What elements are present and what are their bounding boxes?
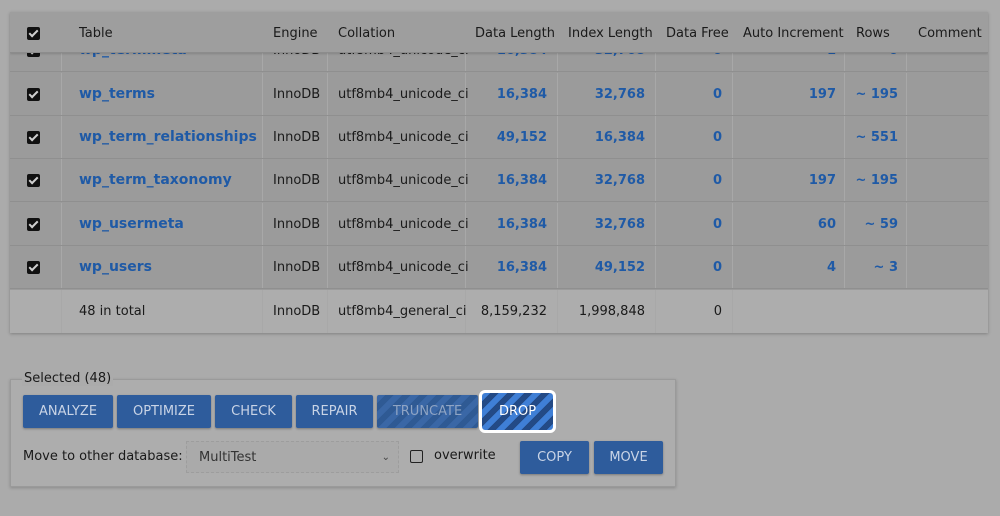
table-row[interactable]: wp_usermeta InnoDB utf8mb4_unicode_ci 16,38… (10, 203, 988, 246)
table-header: Table Engine Collation Data Length Index… (10, 12, 988, 53)
rows-cell[interactable]: ~ 551 (844, 116, 898, 159)
data-length-cell[interactable]: 16,384 (465, 159, 547, 202)
engine-cell: InnoDB (273, 130, 321, 145)
total-engine: InnoDB (273, 304, 321, 319)
engine-cell: InnoDB (273, 87, 321, 102)
column-header-engine[interactable]: Engine (273, 12, 318, 53)
database-select[interactable]: MultiTest ⌄ (186, 441, 399, 473)
column-header-index-length[interactable]: Index Length (568, 12, 653, 53)
data-length-cell[interactable]: 16,384 (465, 73, 547, 116)
engine-cell: InnoDB (273, 173, 321, 188)
auto-increment-cell[interactable]: 4 (732, 246, 836, 289)
collation-cell: utf8mb4_unicode_ci (338, 130, 469, 145)
engine-cell: InnoDB (273, 260, 321, 275)
overwrite-checkbox[interactable] (410, 450, 423, 463)
table-row[interactable]: wp_users InnoDB utf8mb4_unicode_ci 16,384 49… (10, 246, 988, 289)
auto-increment-cell[interactable] (732, 116, 836, 159)
rows-cell[interactable]: ~ 195 (844, 159, 898, 202)
auto-increment-cell[interactable]: 197 (732, 159, 836, 202)
data-free-cell[interactable]: 0 (655, 73, 722, 116)
column-header-collation[interactable]: Collation (338, 12, 395, 53)
total-index-length: 1,998,848 (578, 304, 645, 319)
row-checkbox[interactable] (27, 261, 40, 274)
column-header-comment[interactable]: Comment (918, 12, 982, 53)
table-row[interactable]: wp_term_relationships InnoDB utf8mb4_unico… (10, 116, 988, 159)
truncate-button[interactable]: TRUNCATE (377, 395, 478, 428)
index-length-cell[interactable]: 32,768 (557, 203, 645, 246)
rows-cell[interactable]: ~ 3 (844, 246, 898, 289)
engine-cell: InnoDB (273, 217, 321, 232)
data-free-cell[interactable]: 0 (655, 203, 722, 246)
table-name-link[interactable]: wp_term_relationships (79, 116, 257, 159)
total-row: 48 in total InnoDB utf8mb4_general_ci 8,… (10, 290, 988, 333)
column-header-data-free[interactable]: Data Free (666, 12, 729, 53)
move-to-database-label: Move to other database: (23, 449, 183, 464)
data-free-cell[interactable]: 0 (655, 116, 722, 159)
collation-cell: utf8mb4_unicode_ci (338, 87, 469, 102)
drop-button[interactable]: DROP (479, 390, 556, 433)
row-checkbox[interactable] (27, 218, 40, 231)
index-length-cell[interactable]: 32,768 (557, 73, 645, 116)
collation-cell: utf8mb4_unicode_ci (338, 173, 469, 188)
table-name-link[interactable]: wp_term_taxonomy (79, 159, 232, 202)
table-row[interactable]: wp_terms InnoDB utf8mb4_unicode_ci 16,384 32… (10, 73, 988, 116)
auto-increment-cell[interactable]: 60 (732, 203, 836, 246)
optimize-button[interactable]: OPTIMIZE (117, 395, 211, 428)
total-data-free: 0 (713, 304, 722, 319)
analyze-button[interactable]: ANALYZE (23, 395, 113, 428)
table-name-link[interactable]: wp_users (79, 246, 152, 289)
column-header-data-length[interactable]: Data Length (475, 12, 555, 53)
rows-cell[interactable]: ~ 59 (844, 203, 898, 246)
collation-cell: utf8mb4_unicode_ci (338, 217, 469, 232)
column-header-table[interactable]: Table (79, 12, 113, 53)
copy-button[interactable]: COPY (520, 441, 589, 474)
overwrite-label[interactable]: overwrite (434, 448, 496, 463)
data-length-cell[interactable]: 49,152 (465, 116, 547, 159)
total-collation: utf8mb4_general_ci (338, 304, 467, 319)
row-checkbox[interactable] (27, 174, 40, 187)
data-length-cell[interactable]: 16,384 (465, 203, 547, 246)
database-select-value: MultiTest (199, 450, 257, 465)
move-button[interactable]: MOVE (594, 441, 663, 474)
total-data-length: 8,159,232 (480, 304, 547, 319)
column-header-auto-increment[interactable]: Auto Increment (743, 12, 844, 53)
column-header-rows[interactable]: Rows (856, 12, 890, 53)
index-length-cell[interactable]: 16,384 (557, 116, 645, 159)
table-name-link[interactable]: wp_usermeta (79, 203, 184, 246)
total-label: 48 in total (79, 304, 146, 319)
row-checkbox[interactable] (27, 88, 40, 101)
select-all-checkbox[interactable] (27, 27, 40, 40)
data-free-cell[interactable]: 0 (655, 159, 722, 202)
data-free-cell[interactable]: 0 (655, 246, 722, 289)
auto-increment-cell[interactable]: 197 (732, 73, 836, 116)
rows-cell[interactable]: ~ 195 (844, 73, 898, 116)
tables-list: wp_termmetaInnoDButf8mb4_unicode_ci16,38… (10, 12, 988, 333)
index-length-cell[interactable]: 32,768 (557, 159, 645, 202)
chevron-down-icon: ⌄ (381, 452, 390, 463)
repair-button[interactable]: REPAIR (296, 395, 373, 428)
selected-count-legend: Selected (48) (22, 371, 114, 386)
row-checkbox[interactable] (27, 131, 40, 144)
table-name-link[interactable]: wp_terms (79, 73, 155, 116)
collation-cell: utf8mb4_unicode_ci (338, 260, 469, 275)
table-row[interactable]: wp_term_taxonomy InnoDB utf8mb4_unicode_ci… (10, 159, 988, 202)
check-button[interactable]: CHECK (215, 395, 292, 428)
index-length-cell[interactable]: 49,152 (557, 246, 645, 289)
data-length-cell[interactable]: 16,384 (465, 246, 547, 289)
